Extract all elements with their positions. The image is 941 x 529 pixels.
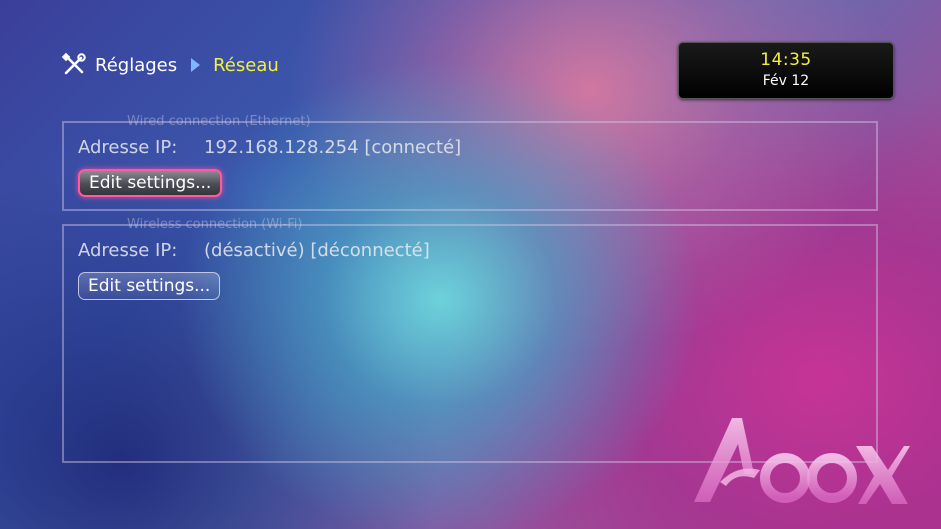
breadcrumb-current: Réseau bbox=[213, 54, 279, 76]
clock-date: Fév 12 bbox=[762, 73, 810, 89]
wired-connection-legend: Wired connection (Ethernet) bbox=[127, 114, 311, 129]
wired-connection-group: Wired connection (Ethernet) Adresse IP: 1… bbox=[62, 114, 878, 211]
wireless-ip-label: Adresse IP: bbox=[78, 240, 178, 261]
breadcrumb: Réglages Réseau bbox=[61, 51, 279, 79]
wireless-ip-value: (désactivé) [déconnecté] bbox=[204, 240, 430, 261]
tools-icon bbox=[61, 52, 87, 78]
wireless-ip-row: Adresse IP: (désactivé) [déconnecté] bbox=[78, 240, 430, 261]
breadcrumb-root[interactable]: Réglages bbox=[95, 55, 177, 76]
clock-time: 14:35 bbox=[760, 50, 812, 70]
wired-ip-row: Adresse IP: 192.168.128.254 [connecté] bbox=[78, 137, 461, 158]
wireless-connection-legend: Wireless connection (Wi-Fi) bbox=[127, 217, 303, 232]
wired-ip-value: 192.168.128.254 [connecté] bbox=[204, 137, 462, 158]
clock-widget: 14:35 Fév 12 bbox=[678, 42, 894, 99]
wireless-edit-settings-button[interactable]: Edit settings... bbox=[78, 272, 221, 300]
wired-edit-settings-button[interactable]: Edit settings... bbox=[78, 169, 223, 197]
breadcrumb-arrow-icon bbox=[189, 57, 201, 73]
abox-logo bbox=[690, 412, 912, 512]
wired-ip-label: Adresse IP: bbox=[78, 137, 178, 158]
